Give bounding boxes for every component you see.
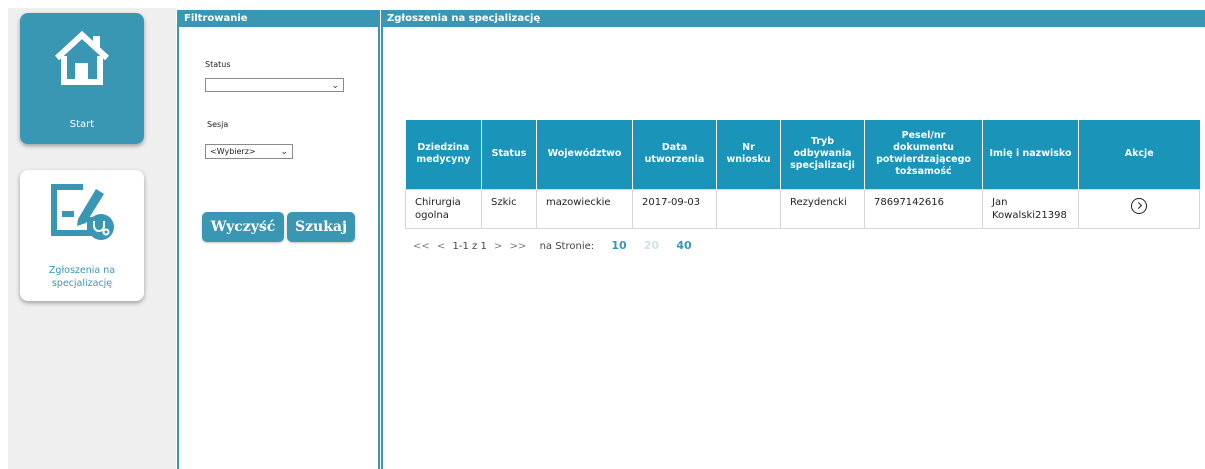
pager-prev[interactable]: < bbox=[437, 241, 445, 252]
page-title: Zgłoszenia na specjalizację bbox=[383, 10, 1205, 27]
table-row: Chirurgia ogolna Szkic mazowieckie 2017-… bbox=[405, 188, 1200, 229]
pagination: << < 1-1 z 1 > >> na Stronie: 10 20 40 bbox=[413, 239, 696, 252]
home-icon bbox=[54, 30, 110, 85]
per-page-label: na Stronie: bbox=[539, 241, 595, 252]
cell-nr-wniosku bbox=[716, 188, 781, 229]
cell-pesel: 78697142616 bbox=[864, 188, 983, 229]
col-header-wojewodztwo[interactable]: Województwo bbox=[536, 120, 633, 189]
filter-panel-title: Filtrowanie bbox=[179, 10, 378, 27]
nav-tile-start-label: Start bbox=[69, 119, 95, 130]
left-nav: Start Zgłoszenia na specjalizację bbox=[8, 8, 176, 469]
cell-imie-nazwisko: Jan Kowalski21398 bbox=[982, 188, 1079, 229]
page-size-10[interactable]: 10 bbox=[611, 239, 626, 252]
cell-akcje bbox=[1078, 188, 1200, 229]
page-size-20[interactable]: 20 bbox=[644, 239, 659, 252]
col-header-pesel[interactable]: Pesel/nr dokumentu potwierdzającego tożs… bbox=[864, 120, 983, 189]
table-header-row: Dziedzina medycyny Status Województwo Da… bbox=[405, 120, 1200, 189]
pager-first[interactable]: << bbox=[413, 241, 430, 252]
cell-dziedzina: Chirurgia ogolna bbox=[405, 188, 482, 229]
sesja-label: Sesja bbox=[207, 120, 229, 129]
sesja-select-value: <Wybierz> bbox=[210, 147, 256, 156]
pager-next[interactable]: > bbox=[494, 241, 502, 252]
search-button[interactable]: Szukaj bbox=[287, 212, 355, 242]
clear-button[interactable]: Wyczyść bbox=[202, 212, 284, 242]
col-header-status[interactable]: Status bbox=[481, 120, 537, 189]
nav-tile-start[interactable]: Start bbox=[20, 13, 144, 144]
col-header-dziedzina[interactable]: Dziedzina medycyny bbox=[405, 120, 482, 189]
chevron-right-circle-icon[interactable] bbox=[1131, 197, 1147, 214]
col-header-akcje: Akcje bbox=[1078, 120, 1200, 189]
col-header-tryb[interactable]: Tryb odbywania specjalizacji bbox=[780, 120, 865, 189]
application-form-icon bbox=[51, 184, 114, 240]
page-size-40[interactable]: 40 bbox=[676, 239, 691, 252]
app-root: Start Zgłoszenia na specjalizację Filtro… bbox=[0, 0, 1205, 469]
status-label: Status bbox=[205, 60, 231, 69]
filter-panel: Filtrowanie Status ⌄ Sesja <Wybierz> ⌄ W… bbox=[177, 10, 380, 469]
pager-last[interactable]: >> bbox=[510, 241, 527, 252]
applications-table: Dziedzina medycyny Status Województwo Da… bbox=[405, 120, 1200, 229]
cell-wojewodztwo: mazowieckie bbox=[536, 188, 633, 229]
sesja-select[interactable]: <Wybierz> ⌄ bbox=[205, 144, 293, 159]
status-select[interactable]: ⌄ bbox=[205, 78, 344, 92]
cell-data: 2017-09-03 bbox=[632, 188, 717, 229]
cell-status: Szkic bbox=[481, 188, 537, 229]
col-header-nr-wniosku[interactable]: Nr wniosku bbox=[716, 120, 781, 189]
col-header-imie-nazwisko[interactable]: Imię i nazwisko bbox=[982, 120, 1079, 189]
chevron-down-icon: ⌄ bbox=[280, 147, 288, 157]
chevron-down-icon: ⌄ bbox=[331, 81, 339, 91]
pager-info: 1-1 z 1 bbox=[452, 241, 487, 252]
nav-tile-zgloszenia-label: Zgłoszenia na specjalizację bbox=[48, 265, 116, 289]
col-header-data[interactable]: Data utworzenia bbox=[632, 120, 717, 189]
cell-tryb: Rezydencki bbox=[780, 188, 865, 229]
main-panel: Zgłoszenia na specjalizację Dziedzina me… bbox=[381, 10, 1205, 469]
nav-tile-zgloszenia[interactable]: Zgłoszenia na specjalizację bbox=[20, 170, 144, 301]
